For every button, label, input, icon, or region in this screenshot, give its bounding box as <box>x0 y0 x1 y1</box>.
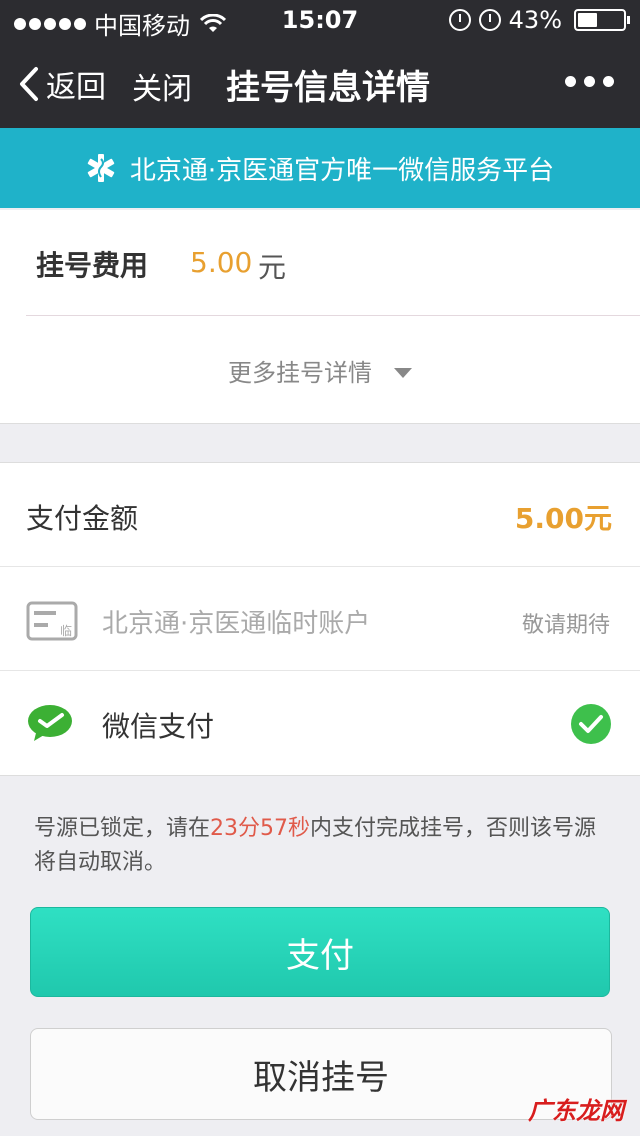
payment-amount-value: 5.00元 <box>514 502 612 535</box>
temp-account-label: 北京通·京医通临时账户 <box>102 609 371 639</box>
payment-option-wechat[interactable]: 微信支付 <box>0 671 640 775</box>
pay-button[interactable]: 支付 <box>30 907 610 997</box>
svg-text:临: 临 <box>60 624 72 638</box>
more-details-label: 更多挂号详情 <box>228 359 372 387</box>
wechat-pay-label: 微信支付 <box>102 710 215 743</box>
payment-card: 支付金额 5.00元 临 北京通·京医通临时账户 敬请期待 微信支付 <box>0 462 640 776</box>
coming-soon-label: 敬请期待 <box>521 613 610 638</box>
back-button[interactable]: 返回 <box>18 62 106 106</box>
fee-unit: 元 <box>258 251 287 284</box>
medical-star-icon <box>87 154 115 182</box>
alarm-clock-icon <box>478 9 501 31</box>
service-banner: 北京通·京医通官方唯一微信服务平台 <box>0 128 640 208</box>
banner-text: 北京通·京医通官方唯一微信服务平台 <box>129 155 555 186</box>
fee-row: 挂号费用 5.00 元 <box>26 210 640 316</box>
countdown-timer: 23分57秒 <box>210 816 311 841</box>
battery-percent: 43% <box>508 6 562 34</box>
registration-fee-card: 挂号费用 5.00 元 更多挂号详情 <box>0 210 640 424</box>
payment-option-temp-account: 临 北京通·京医通临时账户 敬请期待 <box>0 567 640 671</box>
lock-notice: 号源已锁定，请在23分57秒内支付完成挂号，否则该号源将自动取消。 <box>34 812 614 880</box>
back-label: 返回 <box>46 70 106 105</box>
cancel-registration-button[interactable]: 取消挂号 <box>30 1028 612 1120</box>
card-icon: 临 <box>26 601 78 641</box>
fee-value: 5.00 <box>190 246 253 279</box>
rotation-lock-icon <box>448 9 471 31</box>
wechat-pay-icon <box>28 705 72 741</box>
payment-amount-row: 支付金额 5.00元 <box>0 463 640 567</box>
fee-label: 挂号费用 <box>36 249 149 282</box>
check-selected-icon <box>571 704 611 744</box>
payment-amount-label: 支付金额 <box>26 502 139 535</box>
close-button[interactable]: 关闭 <box>132 64 192 108</box>
navigation-bar: 返回 关闭 挂号信息详情 <box>0 40 640 128</box>
more-details-toggle[interactable]: 更多挂号详情 <box>0 317 640 424</box>
notice-text-1: 号源已锁定，请在 <box>34 816 211 841</box>
page-title: 挂号信息详情 <box>226 68 430 108</box>
more-options-icon[interactable] <box>565 76 614 87</box>
battery-icon <box>574 9 630 31</box>
status-bar: 中国移动 15:07 43% <box>0 0 640 40</box>
chevron-left-icon <box>20 67 38 101</box>
caret-down-icon <box>394 367 412 378</box>
watermark-text: 广东龙网 <box>528 1097 624 1125</box>
